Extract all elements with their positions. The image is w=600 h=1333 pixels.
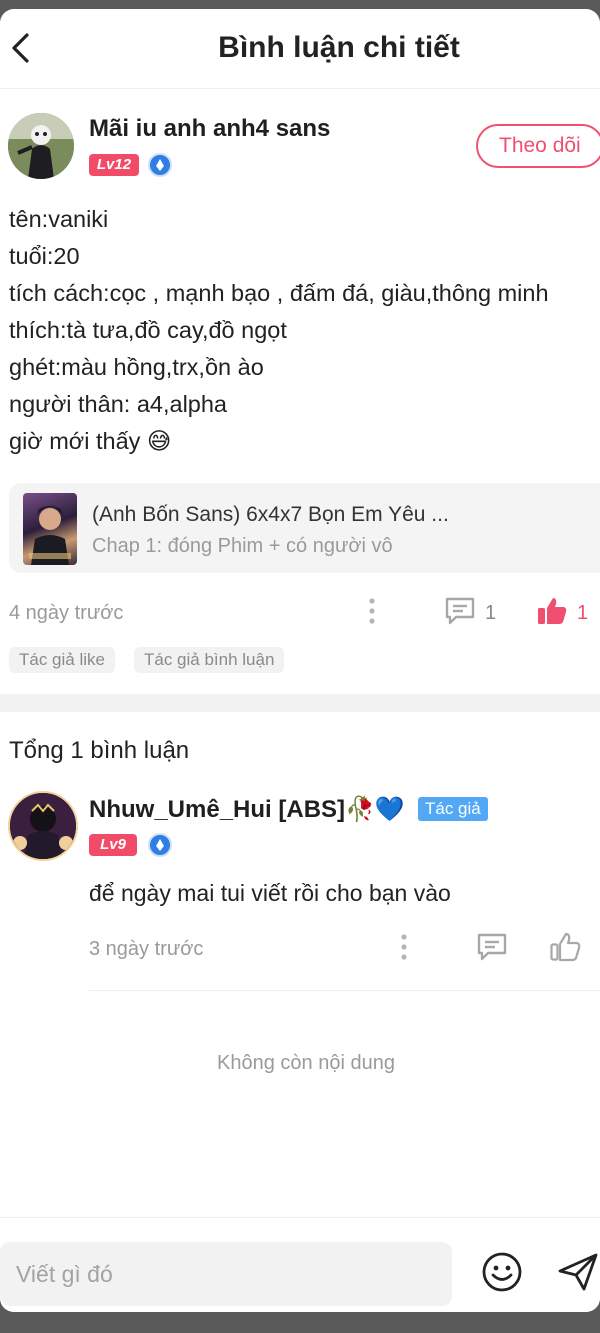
comment-total: Tổng 1 bình luận <box>9 737 190 764</box>
post-line: thích:tà tưa,đồ cay,đồ ngọt <box>9 317 287 343</box>
story-cover-image <box>23 493 77 565</box>
thumbs-up-icon <box>550 932 581 962</box>
author-tag: Tác giả <box>418 797 488 821</box>
comment-icon <box>477 933 507 961</box>
avatar[interactable] <box>8 113 74 179</box>
author-liked-tag: Tác giả like <box>9 647 115 673</box>
more-options-button[interactable] <box>366 597 378 630</box>
reply-button[interactable] <box>476 932 508 967</box>
story-card[interactable]: (Anh Bốn Sans) 6x4x7 Bọn Em Yêu ... Chap… <box>9 483 600 573</box>
send-button[interactable] <box>556 1251 600 1298</box>
page-title: Bình luận chi tiết <box>218 31 460 64</box>
comment-button[interactable] <box>444 596 476 631</box>
comment-input[interactable] <box>0 1242 452 1306</box>
post-time: 4 ngày trước <box>9 602 124 624</box>
comment-text: để ngày mai tui viết rồi cho bạn vào <box>89 880 451 906</box>
like-button[interactable] <box>536 595 568 632</box>
thumbs-up-icon <box>538 598 567 624</box>
smiley-icon <box>482 1252 522 1292</box>
end-of-content-label: Không còn nội dung <box>217 1052 395 1074</box>
story-title: (Anh Bốn Sans) 6x4x7 Bọn Em Yêu ... <box>92 503 449 526</box>
post-content: tên:vaniki tuổi:20 tích cách:cọc , mạnh … <box>9 201 599 460</box>
post-line: ghét:màu hồng,trx,ồn ào <box>9 354 264 380</box>
post-line: tích cách:cọc , mạnh bạo , đấm đá, giàu,… <box>9 280 549 306</box>
comment-detail-sheet: Bình luận chi tiết Mãi iu anh anh4 sans … <box>0 9 600 1312</box>
more-options-button[interactable] <box>398 933 410 966</box>
section-divider <box>0 694 600 712</box>
verified-badge-icon <box>148 153 172 177</box>
comment-time: 3 ngày trước <box>89 938 204 960</box>
author-commented-tag: Tác giả bình luận <box>134 647 285 673</box>
emoji-button[interactable] <box>481 1251 523 1298</box>
comment-icon <box>445 597 475 625</box>
like-count: 1 <box>577 602 589 624</box>
post-line: tuổi:20 <box>9 243 80 269</box>
post-line: người thân: a4,alpha <box>9 391 227 417</box>
post-line: tên:vaniki <box>9 206 109 232</box>
header: Bình luận chi tiết <box>0 9 600 89</box>
comment-username[interactable]: Nhuw_Umê_Hui [ABS]🥀💙 <box>89 795 405 824</box>
story-chapter: Chap 1: đóng Phim + có người vô <box>92 535 393 557</box>
verified-badge-icon <box>148 833 172 857</box>
comment-count: 1 <box>485 602 497 624</box>
like-button[interactable] <box>549 931 581 968</box>
send-icon <box>558 1253 598 1291</box>
post-username[interactable]: Mãi iu anh anh4 sans <box>89 115 330 143</box>
more-vertical-icon <box>369 598 375 624</box>
more-vertical-icon <box>401 934 407 960</box>
level-badge: Lv12 <box>89 154 139 176</box>
follow-button[interactable]: Theo dõi <box>476 124 600 168</box>
level-badge: Lv9 <box>89 834 137 856</box>
avatar[interactable] <box>8 791 78 861</box>
comment-composer <box>0 1217 600 1312</box>
post-line: giờ mới thấy 😅 <box>9 428 172 454</box>
divider <box>89 990 600 991</box>
